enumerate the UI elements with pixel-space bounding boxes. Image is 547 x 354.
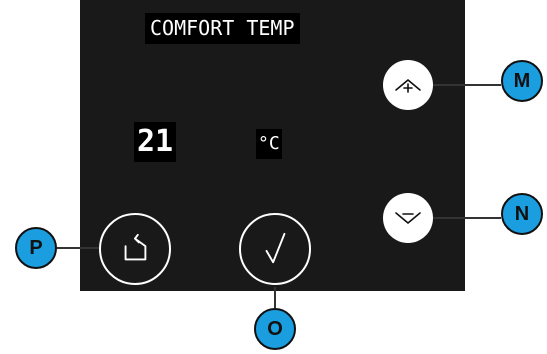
chevron-up-plus-icon	[395, 79, 421, 93]
decrease-button[interactable]	[383, 193, 433, 243]
temperature-unit: °C	[256, 129, 282, 159]
callout-leader-m	[433, 84, 501, 86]
callout-label-p: P	[15, 227, 57, 269]
screen-title: COMFORT TEMP	[145, 13, 300, 44]
temperature-value: 21	[134, 122, 177, 162]
return-arrow-icon	[124, 233, 147, 261]
back-button[interactable]	[99, 213, 171, 285]
callout-label-m: M	[501, 60, 543, 102]
figure: COMFORT TEMP 21 °C M N P O	[0, 0, 547, 354]
callout-label-n: N	[501, 193, 543, 235]
increase-button[interactable]	[383, 60, 433, 110]
callout-label-o: O	[254, 308, 296, 350]
chevron-down-minus-icon	[395, 212, 421, 224]
checkmark-icon	[265, 232, 286, 264]
callout-leader-p	[57, 247, 99, 249]
confirm-button[interactable]	[239, 213, 311, 285]
callout-leader-o	[274, 287, 276, 308]
callout-leader-n	[433, 217, 501, 219]
